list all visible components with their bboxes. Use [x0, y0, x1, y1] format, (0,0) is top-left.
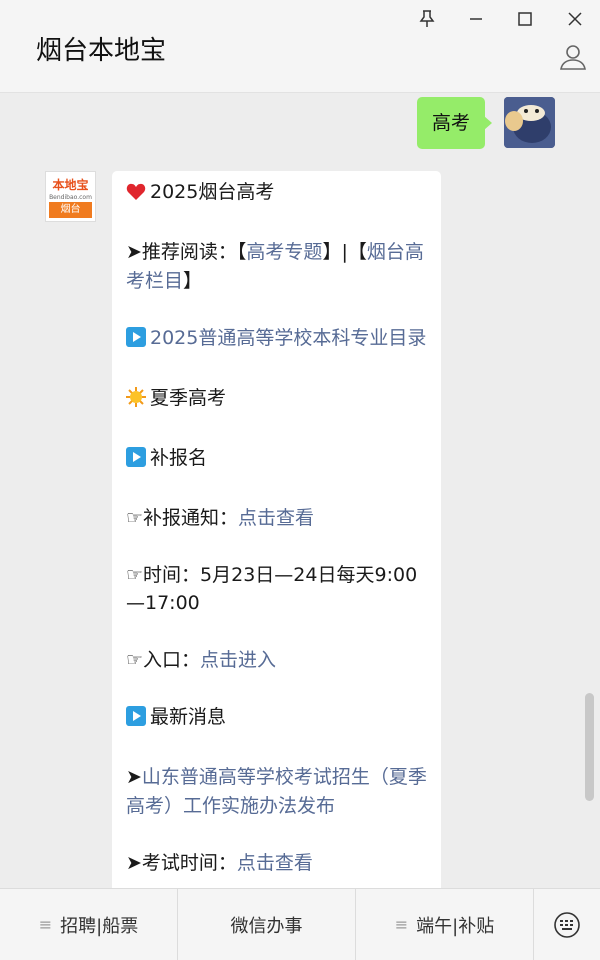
message-line: ➤推荐阅读：【高考专题】|【烟台高考栏目】 — [126, 241, 424, 292]
menu-item-services[interactable]: 微信办事 — [178, 889, 356, 960]
menu-item-jobs[interactable]: ≡ 招聘|船票 — [0, 889, 178, 960]
title-bar: 烟台本地宝 — [0, 0, 600, 93]
message-line: 最新消息 — [126, 703, 428, 735]
message-line: 补报名 — [126, 444, 428, 476]
message-line: 夏季高考 — [126, 384, 428, 416]
topic-link[interactable]: 高考专题 — [246, 241, 322, 263]
entry-link[interactable]: 点击进入 — [200, 649, 276, 671]
menu-icon: ≡ — [38, 915, 53, 934]
policy-link[interactable]: 山东普通高等学校考试招生（夏季高考）工作实施办法发布 — [126, 766, 427, 817]
avatar-logo-url: Bendibao.com — [49, 194, 92, 201]
play-icon — [126, 706, 146, 735]
message-line: ☞入口：点击进入 — [126, 649, 277, 671]
maximize-icon[interactable] — [512, 6, 538, 32]
heart-icon — [126, 181, 146, 210]
play-icon — [126, 446, 146, 476]
sun-icon — [126, 386, 146, 416]
menu-item-festival[interactable]: ≡ 端午|补贴 — [356, 889, 534, 960]
chat-area: 高考 本地宝 Bendibao.com 烟台 2025烟台高考 ➤推荐阅读：【高… — [0, 93, 600, 888]
message-line: 2025烟台高考 — [126, 178, 428, 210]
bottom-menu: ≡ 招聘|船票 微信办事 ≡ 端午|补贴 — [0, 888, 600, 960]
close-icon[interactable] — [562, 6, 588, 32]
scrollbar-thumb[interactable] — [585, 693, 594, 801]
chat-title: 烟台本地宝 — [36, 36, 167, 66]
message-line: ➤山东普通高等学校考试招生（夏季高考）工作实施办法发布 — [126, 766, 427, 817]
catalog-link[interactable]: 2025普通高等学校本科专业目录 — [150, 327, 426, 349]
minimize-icon[interactable] — [463, 6, 489, 32]
avatar-logo-text: 本地宝 — [52, 178, 89, 192]
pin-icon[interactable] — [414, 6, 440, 32]
my-avatar[interactable] — [504, 97, 555, 148]
avatar-city-label: 烟台 — [49, 202, 92, 218]
scrollbar[interactable] — [585, 693, 594, 801]
keyboard-icon[interactable] — [534, 889, 600, 960]
official-account-avatar[interactable]: 本地宝 Bendibao.com 烟台 — [45, 171, 96, 222]
menu-icon: ≡ — [394, 915, 409, 934]
play-icon — [126, 326, 146, 356]
profile-icon[interactable] — [558, 42, 588, 72]
notice-link[interactable]: 点击查看 — [238, 507, 314, 529]
message-line: ➤考试时间：点击查看 — [126, 851, 313, 874]
message-line: 2025普通高等学校本科专业目录 — [126, 324, 428, 356]
message-bubble: 2025烟台高考 ➤推荐阅读：【高考专题】|【烟台高考栏目】 2025普通高等学… — [112, 171, 441, 888]
message-line: ☞补报通知：点击查看 — [126, 506, 315, 529]
exam-time-link[interactable]: 点击查看 — [237, 852, 313, 874]
my-message-bubble[interactable]: 高考 — [417, 97, 493, 149]
message-line: ☞时间：5月23日—24日每天9:00—17:00 — [126, 563, 418, 615]
